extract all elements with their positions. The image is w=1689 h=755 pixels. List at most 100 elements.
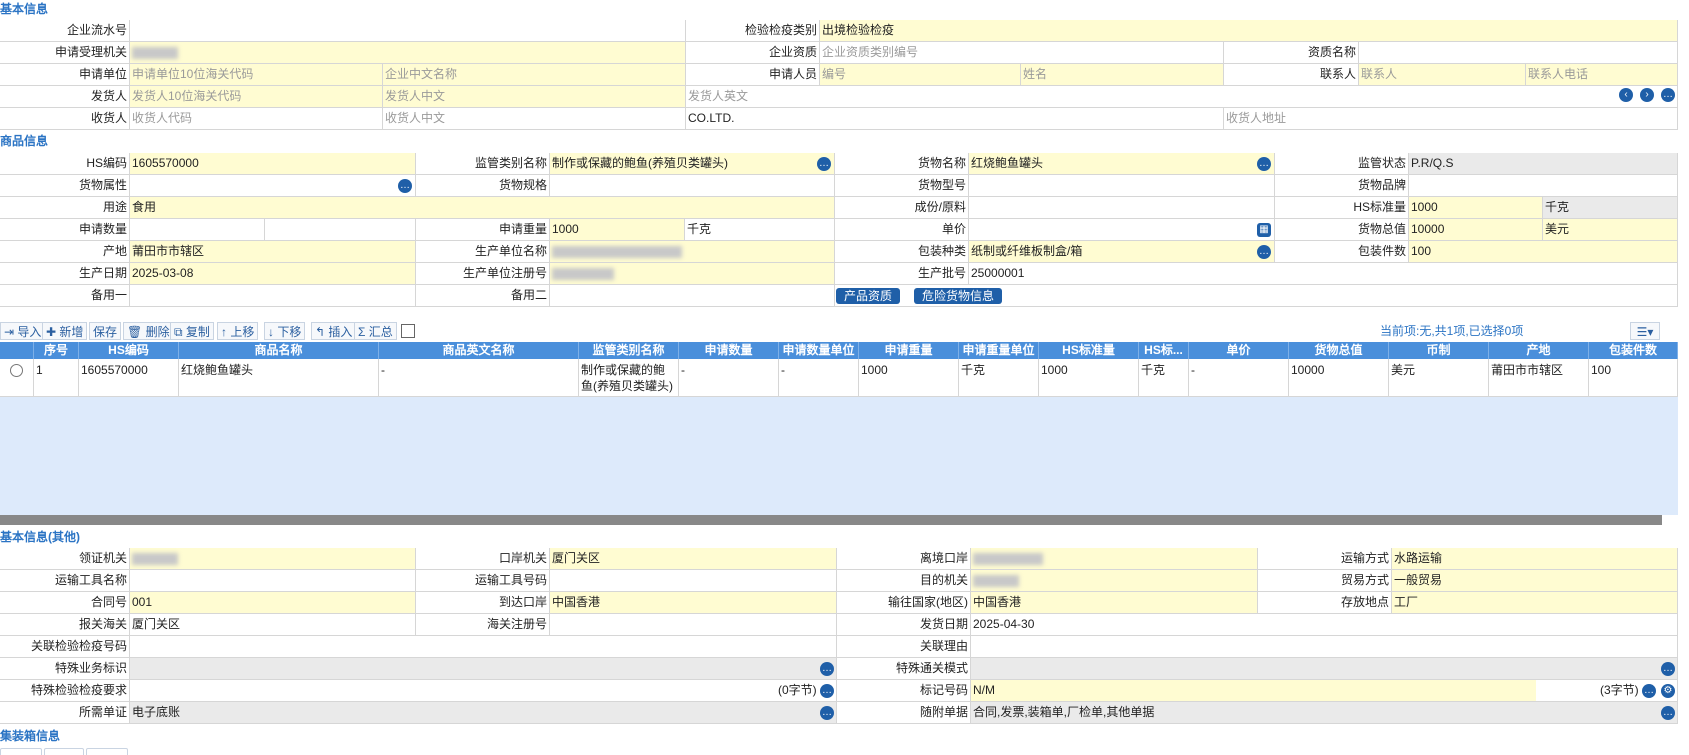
consignee-code-field[interactable]: 收货人代码	[130, 108, 383, 130]
contract-field[interactable]: 001	[130, 592, 416, 614]
grid-horizontal-scrollbar[interactable]	[0, 515, 1662, 525]
calculator-icon[interactable]: ▦	[1257, 223, 1271, 237]
serial-field[interactable]	[130, 20, 686, 42]
rel-no-field[interactable]	[130, 636, 837, 658]
contact-field[interactable]: 联系人	[1359, 64, 1526, 86]
mark-more-icon[interactable]: …	[1642, 684, 1656, 698]
spare2-field[interactable]	[550, 285, 835, 307]
sum-checkbox[interactable]	[401, 324, 415, 338]
arrive-port-field[interactable]: 中国香港	[550, 592, 837, 614]
pack-type-more-icon[interactable]: …	[1257, 245, 1271, 259]
grid-header-cell[interactable]: 产地	[1489, 342, 1589, 359]
apply-weight-field[interactable]: 1000	[550, 219, 685, 241]
maker-field[interactable]	[550, 241, 835, 263]
contact-phone-field[interactable]: 联系人电话	[1526, 64, 1678, 86]
insert-button[interactable]: ↰ 插入	[311, 322, 357, 340]
apply-qty-field[interactable]	[130, 219, 265, 241]
container-tool-button[interactable]	[44, 748, 84, 755]
apply-weight-unit-field[interactable]: 千克	[685, 219, 835, 241]
consignee-en-field[interactable]: CO.LTD.	[686, 108, 1224, 130]
component-field[interactable]	[969, 197, 1275, 219]
consignor-code-field[interactable]: 发货人10位海关代码	[130, 86, 383, 108]
apply-qty-unit-field[interactable]	[265, 219, 416, 241]
copy-button[interactable]: ⧉ 复制	[170, 322, 214, 340]
grid-header-cell[interactable]: 监管类别名称	[579, 342, 679, 359]
use-field[interactable]: 食用	[130, 197, 835, 219]
pack-type-field[interactable]: 纸制或纤维板制盒/箱	[969, 241, 1275, 263]
attach-field[interactable]: 合同,发票,装箱单,厂检单,其他单据	[971, 702, 1678, 724]
origin-field[interactable]: 莆田市市辖区	[130, 241, 416, 263]
special-clear-field[interactable]	[971, 658, 1678, 680]
save-button[interactable]: 保存	[89, 322, 122, 340]
person-name-field[interactable]: 姓名	[1021, 64, 1224, 86]
accept-org-field[interactable]	[130, 42, 686, 64]
grid-header-cell[interactable]: 申请重量	[859, 342, 959, 359]
ent-qual-field[interactable]: 企业资质类别编号	[820, 42, 1224, 64]
sum-button[interactable]: Σ 汇总	[354, 322, 397, 340]
grid-header-cell[interactable]: 申请数量	[679, 342, 779, 359]
currency-field[interactable]: 美元	[1543, 219, 1678, 241]
table-row[interactable]: 1 1605570000 红烧鲍鱼罐头 - 制作或保藏的鲍鱼(养殖贝类罐头) -…	[0, 359, 1678, 397]
prod-date-field[interactable]: 2025-03-08	[130, 263, 416, 285]
customs-reg-field[interactable]	[550, 614, 837, 636]
grid-header-cell[interactable]: 币制	[1389, 342, 1489, 359]
attr-field[interactable]	[130, 175, 416, 197]
transport-field[interactable]: 水路运输	[1392, 548, 1678, 570]
dest-country-field[interactable]: 中国香港	[971, 592, 1258, 614]
storage-field[interactable]: 工厂	[1392, 592, 1678, 614]
ship-date-field[interactable]: 2025-04-30	[971, 614, 1678, 636]
grid-header-cell[interactable]: 货物总值	[1289, 342, 1389, 359]
qual-name-field[interactable]	[1359, 42, 1678, 64]
model-field[interactable]	[969, 175, 1275, 197]
exit-port-field[interactable]	[971, 548, 1258, 570]
spec-field[interactable]	[550, 175, 835, 197]
grid-header-cell[interactable]: 序号	[34, 342, 79, 359]
cert-org-field[interactable]	[130, 548, 416, 570]
grid-header-cell[interactable]: 单价	[1189, 342, 1289, 359]
applicant-code-field[interactable]: 申请单位10位海关代码	[130, 64, 383, 86]
import-button[interactable]: ⇥ 导入	[0, 322, 46, 340]
grid-header-cell[interactable]: HS标...	[1139, 342, 1189, 359]
total-field[interactable]: 10000	[1409, 219, 1543, 241]
mark-field[interactable]: N/M	[971, 680, 1536, 702]
attr-more-icon[interactable]: …	[398, 179, 412, 193]
grid-header-cell[interactable]: 申请数量单位	[779, 342, 859, 359]
brand-field[interactable]	[1409, 175, 1678, 197]
spare1-field[interactable]	[130, 285, 416, 307]
special-clear-more-icon[interactable]: …	[1661, 662, 1675, 676]
special-req-field[interactable]	[130, 680, 837, 702]
need-cert-more-icon[interactable]: …	[820, 706, 834, 720]
consignor-cn-field[interactable]: 发货人中文	[383, 86, 686, 108]
customs-field[interactable]: 厦门关区	[130, 614, 416, 636]
goods-name-more-icon[interactable]: …	[1257, 157, 1271, 171]
inspect-type-field[interactable]: 出境检验检疫	[820, 20, 1678, 42]
sup-cat-more-icon[interactable]: …	[817, 157, 831, 171]
move-down-button[interactable]: ↓ 下移	[264, 322, 306, 340]
applicant-name-field[interactable]: 企业中文名称	[383, 64, 686, 86]
special-biz-field[interactable]	[130, 658, 837, 680]
delete-button[interactable]: 🗑 删除	[123, 322, 174, 340]
price-field[interactable]	[969, 219, 1275, 241]
consignee-addr-field[interactable]: 收货人地址	[1224, 108, 1678, 130]
move-up-button[interactable]: ↑ 上移	[217, 322, 259, 340]
maker-reg-field[interactable]	[550, 263, 835, 285]
port-org-field[interactable]: 厦门关区	[550, 548, 837, 570]
special-req-more-icon[interactable]: …	[820, 684, 834, 698]
grid-header-cell[interactable]: HS标准量	[1039, 342, 1139, 359]
attach-more-icon[interactable]: …	[1661, 706, 1675, 720]
consignee-cn-field[interactable]: 收货人中文	[383, 108, 686, 130]
person-no-field[interactable]: 编号	[820, 64, 1021, 86]
product-qual-button[interactable]: 产品资质	[836, 288, 901, 304]
vehicle-name-field[interactable]	[130, 570, 416, 592]
danger-goods-button[interactable]: 危险货物信息	[914, 288, 1003, 304]
grid-header-cell[interactable]: 商品名称	[179, 342, 379, 359]
grid-header-cell[interactable]: 商品英文名称	[379, 342, 579, 359]
consignor-en-field[interactable]: 发货人英文	[686, 86, 1678, 108]
columns-menu-icon[interactable]: ☰▾	[1630, 322, 1660, 340]
dest-org-field[interactable]	[971, 570, 1258, 592]
grid-header-cell[interactable]: HS编码	[79, 342, 179, 359]
hs-std-qty-field[interactable]: 1000	[1409, 197, 1543, 219]
rel-reason-field[interactable]	[971, 636, 1678, 658]
special-biz-more-icon[interactable]: …	[820, 662, 834, 676]
vehicle-no-field[interactable]	[550, 570, 837, 592]
